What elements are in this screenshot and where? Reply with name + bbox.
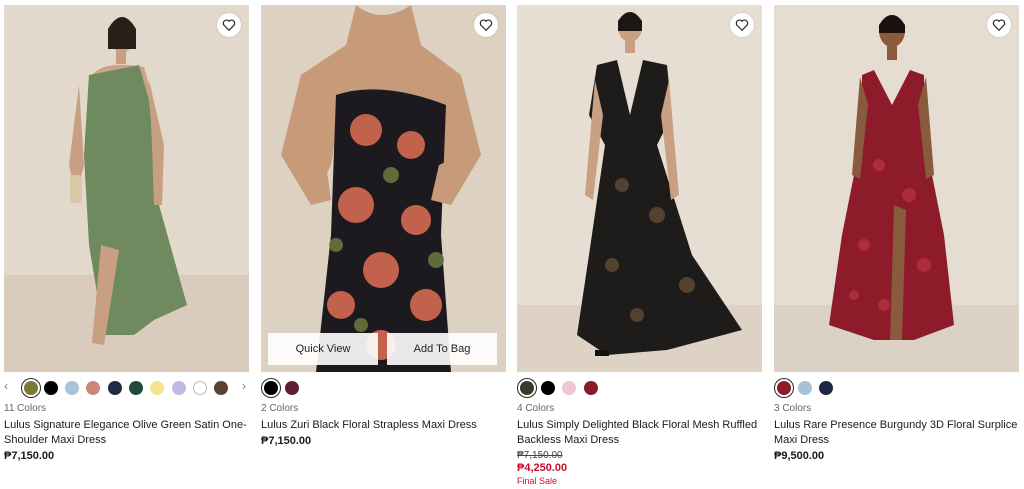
color-swatches: ‹ › — [4, 379, 249, 401]
favorite-button[interactable] — [730, 13, 754, 37]
color-swatch[interactable] — [520, 381, 534, 395]
color-swatch[interactable] — [798, 381, 812, 395]
original-price: ₱7,150.00 — [517, 450, 563, 461]
color-swatch[interactable] — [214, 381, 228, 395]
final-sale-label: Final Sale — [517, 476, 558, 486]
color-swatch[interactable] — [24, 381, 38, 395]
heart-outline-icon — [992, 19, 1006, 32]
chevron-left-icon[interactable]: ‹ — [4, 379, 8, 393]
add-to-bag-button[interactable]: Add To Bag — [387, 333, 497, 365]
color-swatch[interactable] — [86, 381, 100, 395]
product-image[interactable] — [774, 5, 1019, 372]
color-swatch[interactable] — [172, 381, 186, 395]
product-price: ₱7,150.00 — [4, 450, 55, 462]
colors-count: 3 Colors — [774, 403, 812, 414]
product-image[interactable] — [517, 5, 762, 372]
color-swatch[interactable] — [65, 381, 79, 395]
product-price: ₱9,500.00 — [774, 450, 825, 462]
product-card[interactable]: ‹ › 11 Colors Lulus Signature Elegance O… — [4, 5, 249, 462]
color-swatch[interactable] — [264, 381, 278, 395]
product-card[interactable]: 4 Colors Lulus Simply Delighted Black Fl… — [517, 5, 762, 486]
product-name[interactable]: Lulus Simply Delighted Black Floral Mesh… — [517, 418, 762, 448]
color-swatch[interactable] — [562, 381, 576, 395]
quick-view-button[interactable]: Quick View — [268, 333, 378, 365]
favorite-button[interactable] — [474, 13, 498, 37]
heart-outline-icon — [735, 19, 749, 32]
color-swatch[interactable] — [584, 381, 598, 395]
color-swatch[interactable] — [129, 381, 143, 395]
color-swatch[interactable] — [819, 381, 833, 395]
product-name[interactable]: Lulus Signature Elegance Olive Green Sat… — [4, 418, 249, 448]
product-image[interactable]: Quick View Add To Bag — [261, 5, 506, 372]
color-swatch[interactable] — [541, 381, 555, 395]
color-swatch[interactable] — [777, 381, 791, 395]
color-swatches — [517, 379, 762, 401]
color-swatch[interactable] — [150, 381, 164, 395]
product-card[interactable]: 3 Colors Lulus Rare Presence Burgundy 3D… — [774, 5, 1019, 462]
sale-price: ₱4,250.00 — [517, 462, 568, 474]
product-photo — [517, 5, 762, 372]
colors-count: 11 Colors — [4, 403, 47, 414]
heart-outline-icon — [479, 19, 493, 32]
product-image[interactable] — [4, 5, 249, 372]
product-photo — [4, 5, 249, 372]
product-price: ₱7,150.00 — [261, 435, 312, 447]
product-photo — [774, 5, 1019, 372]
colors-count: 2 Colors — [261, 403, 299, 414]
color-swatches — [261, 379, 506, 401]
product-name[interactable]: Lulus Zuri Black Floral Strapless Maxi D… — [261, 418, 506, 433]
color-swatch[interactable] — [44, 381, 58, 395]
heart-outline-icon — [222, 19, 236, 32]
product-name[interactable]: Lulus Rare Presence Burgundy 3D Floral S… — [774, 418, 1019, 448]
favorite-button[interactable] — [217, 13, 241, 37]
product-card[interactable]: Quick View Add To Bag 2 Colors Lulus Zur… — [261, 5, 506, 447]
favorite-button[interactable] — [987, 13, 1011, 37]
color-swatch[interactable] — [108, 381, 122, 395]
chevron-right-icon[interactable]: › — [242, 379, 246, 393]
color-swatch[interactable] — [285, 381, 299, 395]
colors-count: 4 Colors — [517, 403, 555, 414]
color-swatch[interactable] — [193, 381, 207, 395]
color-swatches — [774, 379, 1019, 401]
product-photo — [261, 5, 506, 372]
